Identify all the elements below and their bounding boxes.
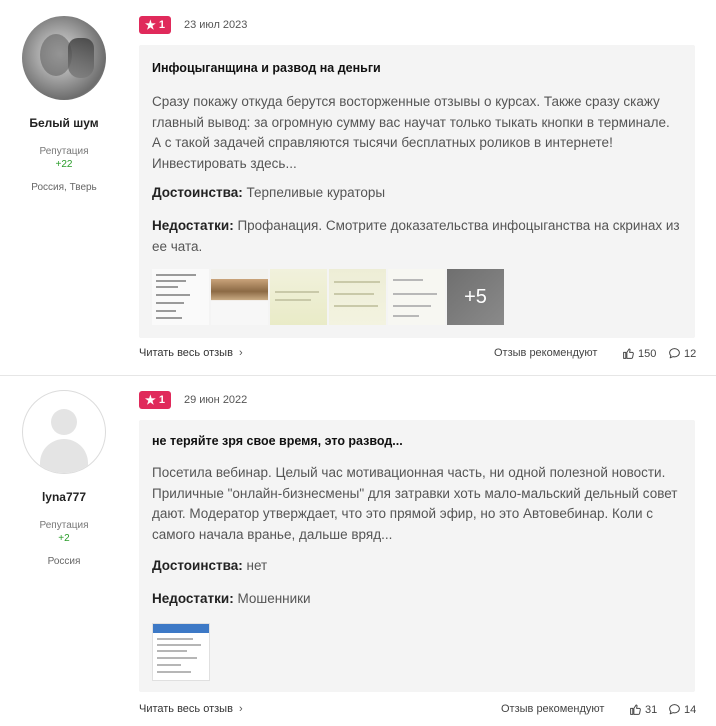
photo-thumbnail[interactable] <box>152 623 210 681</box>
reputation-label: Репутация <box>39 520 89 531</box>
pros-label: Достоинства: <box>152 185 243 200</box>
review-cons: Недостатки: Мошенники <box>152 589 682 610</box>
comments-button[interactable]: 14 <box>668 703 696 716</box>
comments-button[interactable]: 12 <box>668 347 696 360</box>
star-icon: ★ <box>145 18 156 32</box>
review-author: Белый шум Репутация +22 Россия, Тверь <box>0 16 128 193</box>
cons-label: Недостатки: <box>152 218 234 233</box>
photo-thumbnail[interactable] <box>388 269 445 325</box>
review-meta: ★ 1 23 июл 2023 <box>139 16 247 34</box>
rating-value: 1 <box>158 394 165 406</box>
read-full-review-link[interactable]: Читать весь отзыв › <box>139 347 243 359</box>
pros-label: Достоинства: <box>152 558 243 573</box>
avatar[interactable] <box>22 16 106 100</box>
review-author: lyna777 Репутация +2 Россия <box>0 390 128 567</box>
review-title[interactable]: Инфоцыганщина и развод на деньги <box>152 61 381 75</box>
comment-bubble-icon <box>669 348 680 359</box>
cons-label: Недостатки: <box>152 591 234 606</box>
chevron-right-icon: › <box>238 703 243 715</box>
review-pros: Достоинства: нет <box>152 556 682 577</box>
rating-badge: ★ 1 <box>139 16 171 34</box>
like-count: 31 <box>645 703 658 716</box>
review-meta: ★ 1 29 июн 2022 <box>139 391 247 409</box>
review-card: Белый шум Репутация +22 Россия, Тверь ★ … <box>0 0 716 376</box>
review-footer: Читать весь отзыв › Отзыв рекомендуют 150… <box>139 346 696 362</box>
more-photos-count: +5 <box>464 285 487 308</box>
reputation-value: +2 <box>58 533 70 544</box>
review-body: Инфоцыганщина и развод на деньги Сразу п… <box>139 45 695 338</box>
photo-gallery: +5 <box>152 269 504 325</box>
like-button[interactable]: 31 <box>629 703 657 716</box>
read-full-review-label: Читать весь отзыв <box>139 703 233 715</box>
chevron-right-icon: › <box>238 347 243 359</box>
reputation-label: Репутация <box>39 146 89 157</box>
comment-count: 12 <box>684 347 697 360</box>
review-footer: Читать весь отзыв › Отзыв рекомендуют 31 … <box>139 702 696 718</box>
pros-text: Терпеливые кураторы <box>246 185 386 200</box>
photo-thumbnail[interactable] <box>270 269 327 325</box>
author-location: Россия <box>47 556 81 567</box>
pros-text: нет <box>246 558 268 573</box>
thumbs-up-icon <box>630 704 641 715</box>
recommends-label: Отзыв рекомендуют <box>501 703 605 715</box>
cons-text: Мошенники <box>237 591 311 606</box>
like-button[interactable]: 150 <box>622 347 656 360</box>
recommends-label: Отзыв рекомендуют <box>494 347 598 359</box>
author-name[interactable]: lyna777 <box>0 490 128 504</box>
review-card: lyna777 Репутация +2 Россия ★ 1 29 июн 2… <box>0 376 716 726</box>
comment-bubble-icon <box>669 704 680 715</box>
thumbs-up-icon <box>623 348 634 359</box>
photo-gallery <box>152 623 210 681</box>
author-name[interactable]: Белый шум <box>0 116 128 130</box>
star-icon: ★ <box>145 393 156 407</box>
photo-thumbnail[interactable] <box>211 269 268 325</box>
review-text: Сразу покажу откуда берутся восторженные… <box>152 94 670 171</box>
more-photos-button[interactable]: +5 <box>447 269 504 325</box>
read-full-review-link[interactable]: Читать весь отзыв › <box>139 703 243 715</box>
photo-thumbnail[interactable] <box>152 269 209 325</box>
author-location: Россия, Тверь <box>31 182 97 193</box>
rating-value: 1 <box>158 19 165 31</box>
review-cons: Недостатки: Профанация. Смотрите доказат… <box>152 216 682 257</box>
like-count: 150 <box>638 347 657 360</box>
photo-thumbnail[interactable] <box>329 269 386 325</box>
reputation-value: +22 <box>55 159 73 170</box>
review-text: Посетила вебинар. Целый час мотивационна… <box>152 465 678 542</box>
avatar[interactable] <box>22 390 106 474</box>
read-full-review-label: Читать весь отзыв <box>139 347 233 359</box>
review-title[interactable]: не теряйте зря свое время, это развод... <box>152 434 403 448</box>
rating-badge: ★ 1 <box>139 391 171 409</box>
review-date: 23 июл 2023 <box>184 19 248 31</box>
review-pros: Достоинства: Терпеливые кураторы <box>152 183 682 204</box>
review-body: не теряйте зря свое время, это развод...… <box>139 420 695 692</box>
comment-count: 14 <box>684 703 697 716</box>
review-date: 29 июн 2022 <box>184 394 248 406</box>
